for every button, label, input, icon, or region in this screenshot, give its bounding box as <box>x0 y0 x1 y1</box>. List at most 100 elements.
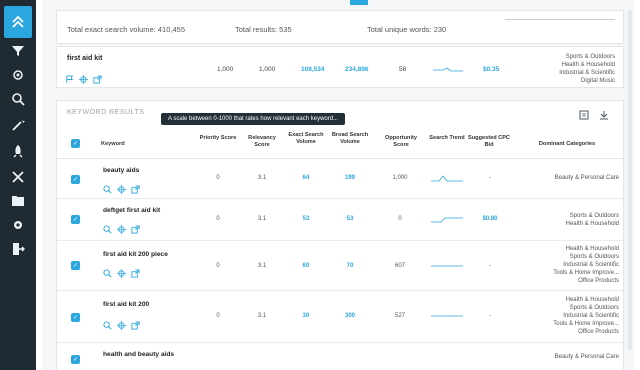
total-unique-text: Total unique words: 230 <box>367 25 447 34</box>
col-exact-volume[interactable]: Exact Search Volume <box>287 132 325 146</box>
row-checkbox[interactable]: ✓ <box>71 175 80 184</box>
seed-exact-volume[interactable]: 108,534 <box>301 66 325 73</box>
table-row[interactable]: ✓ first aid kit 200 0 3.1 30 300 527 - H… <box>57 291 623 343</box>
row-broad-volume[interactable]: 70 <box>335 263 365 269</box>
row-checkbox[interactable]: ✓ <box>71 215 80 224</box>
seed-trend-sparkline <box>433 67 463 72</box>
search-icon[interactable] <box>103 181 112 199</box>
logo-chevrons-icon[interactable] <box>4 6 32 38</box>
tools-icon[interactable] <box>6 166 30 188</box>
flag-icon[interactable] <box>65 71 74 89</box>
category-line: Health & Household <box>565 297 619 303</box>
category-line: Industrial & Scientific <box>563 262 619 268</box>
results-title: KEYWORD RESULTS <box>67 109 145 116</box>
search-icon[interactable] <box>103 265 112 283</box>
download-icon[interactable] <box>599 107 609 125</box>
col-keyword[interactable]: Keyword <box>101 141 125 148</box>
category-line: Digital Music <box>580 78 615 84</box>
target-icon[interactable] <box>117 221 126 239</box>
rocket-icon[interactable] <box>6 140 30 162</box>
vertical-scrollbar[interactable] <box>628 10 632 350</box>
table-row[interactable]: ✓ deftget first aid kit 0 3.1 53 53 0 $0… <box>57 199 623 241</box>
row-broad-volume[interactable]: 199 <box>335 175 365 181</box>
total-volume-text: Total exact search volume: 410,455 <box>67 25 185 34</box>
row-exact-volume[interactable]: 53 <box>291 216 321 222</box>
seed-opportunity: 58 <box>399 66 407 73</box>
col-cpc[interactable]: Suggested CPC Bid <box>467 135 511 149</box>
row-checkbox[interactable]: ✓ <box>71 355 80 364</box>
row-relevancy: 3.1 <box>257 216 267 222</box>
table-row[interactable]: ✓ first aid kit 200 piece 0 3.1 60 70 60… <box>57 241 623 291</box>
row-opportunity: 1,000 <box>392 175 408 181</box>
category-line: Health & Household <box>561 62 615 68</box>
search-icon[interactable] <box>103 317 112 335</box>
row-categories: Sports & Outdoors Health & Household <box>519 212 619 228</box>
target-icon[interactable] <box>117 317 126 335</box>
row-trend-sparkline <box>431 315 463 317</box>
target-icon[interactable] <box>79 71 88 89</box>
left-nav-rail <box>0 0 36 370</box>
row-cpc: $0.80 <box>482 216 498 222</box>
row-trend-sparkline <box>431 175 463 182</box>
seed-cpc: $0.35 <box>483 66 500 73</box>
row-trend-sparkline <box>431 265 463 267</box>
col-priority[interactable]: Priority Score <box>199 135 237 142</box>
row-cpc: - <box>489 313 491 319</box>
col-relevancy[interactable]: Relevancy Score <box>243 135 281 149</box>
col-categories[interactable]: Dominant Categories <box>519 141 615 148</box>
row-keyword: first aid kit 200 <box>103 301 150 308</box>
row-relevancy: 3.1 <box>257 263 267 269</box>
col-trend[interactable]: Search Trend <box>429 135 465 142</box>
seed-broad-volume[interactable]: 234,896 <box>345 66 369 73</box>
row-checkbox[interactable]: ✓ <box>71 313 80 322</box>
gear-icon[interactable] <box>6 214 30 236</box>
row-trend-sparkline <box>431 217 463 223</box>
total-results-text: Total results: 535 <box>235 25 292 34</box>
folder-icon[interactable] <box>6 190 30 212</box>
search-icon[interactable] <box>103 221 112 239</box>
target-icon[interactable] <box>117 265 126 283</box>
relevancy-tooltip: A scale between 0-1000 that rates how re… <box>161 113 346 125</box>
search-icon[interactable] <box>6 88 30 110</box>
row-actions <box>103 181 140 199</box>
row-opportunity: 527 <box>394 313 405 319</box>
export-csv-icon[interactable] <box>579 107 589 125</box>
row-broad-volume[interactable]: 300 <box>335 313 365 319</box>
row-categories: Health & Household Sports & Outdoors Ind… <box>519 245 619 285</box>
category-line: Office Products <box>578 329 619 335</box>
category-line: Beauty & Personal Care <box>554 354 619 360</box>
external-link-icon[interactable] <box>131 265 140 283</box>
external-link-icon[interactable] <box>131 317 140 335</box>
select-all-checkbox[interactable]: ✓ <box>71 139 80 148</box>
row-keyword: health and beauty aids <box>103 351 175 358</box>
row-opportunity: 0 <box>398 216 402 222</box>
col-broad-volume[interactable]: Broad Search Volume <box>331 132 369 146</box>
row-broad-volume[interactable]: 53 <box>335 216 365 222</box>
external-link-icon[interactable] <box>93 71 102 89</box>
row-categories: Beauty & Personal Care <box>519 353 619 361</box>
funnel-icon[interactable] <box>6 40 30 62</box>
row-priority: 0 <box>216 175 220 181</box>
divider <box>505 19 615 20</box>
category-line: Health & Household <box>565 246 619 252</box>
row-exact-volume[interactable]: 64 <box>291 175 321 181</box>
row-relevancy: 3.1 <box>257 175 267 181</box>
external-link-icon[interactable] <box>131 181 140 199</box>
col-opportunity[interactable]: Opportunity Score <box>379 135 423 149</box>
table-header: ✓ Keyword Priority Score Relevancy Score… <box>57 131 623 159</box>
category-line: Office Products <box>578 278 619 284</box>
row-actions <box>103 265 140 283</box>
table-row[interactable]: ✓ health and beauty aids Beauty & Person… <box>57 343 623 370</box>
magic-wand-icon[interactable] <box>6 114 30 136</box>
row-checkbox[interactable]: ✓ <box>71 261 80 270</box>
row-actions <box>103 317 140 335</box>
logout-icon[interactable] <box>6 238 30 260</box>
external-link-icon[interactable] <box>131 221 140 239</box>
target-icon[interactable] <box>6 64 30 86</box>
row-exact-volume[interactable]: 60 <box>291 263 321 269</box>
category-line: Sports & Outdoors <box>565 54 615 60</box>
target-icon[interactable] <box>117 181 126 199</box>
table-row[interactable]: ✓ beauty aids 0 3.1 64 199 1,000 - Beaut… <box>57 159 623 199</box>
seed-relevancy: 1,000 <box>259 66 276 73</box>
row-exact-volume[interactable]: 30 <box>291 313 321 319</box>
